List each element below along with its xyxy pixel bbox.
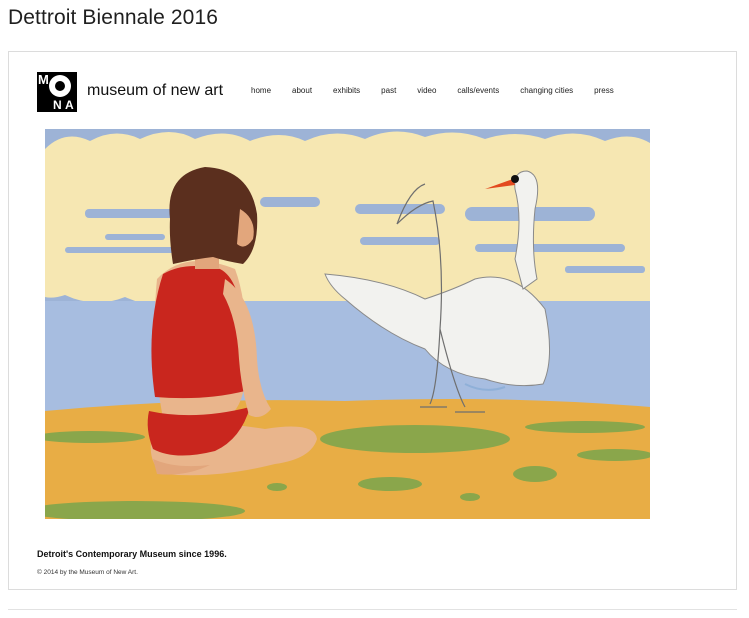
logo-letter-a: A [65, 98, 74, 112]
copyright-notice: © 2014 by the Museum of New Art. [37, 569, 138, 576]
nav-item-calls-events[interactable]: calls/events [457, 86, 499, 95]
artwork-painting [45, 129, 650, 519]
painting-image [45, 129, 650, 519]
divider [8, 609, 737, 610]
mona-logo[interactable]: M N A [37, 72, 77, 112]
nav-item-exhibits[interactable]: exhibits [333, 86, 360, 95]
nav-item-about[interactable]: about [292, 86, 312, 95]
brand-name[interactable]: museum of new art [87, 82, 223, 100]
nav-item-home[interactable]: home [251, 86, 271, 95]
nav-item-video[interactable]: video [417, 86, 436, 95]
painting-sand [45, 399, 650, 519]
nav-item-press[interactable]: press [594, 86, 614, 95]
main-nav: home about exhibits past video calls/eve… [251, 86, 635, 95]
nav-item-past[interactable]: past [381, 86, 396, 95]
embedded-website-frame: M N A museum of new art home about exhib… [8, 51, 737, 590]
logo-letter-n: N [53, 98, 62, 112]
site-tagline: Detroit's Contemporary Museum since 1996… [37, 549, 227, 559]
logo-letter-o [49, 75, 71, 97]
painting-sea [45, 301, 650, 411]
site-header: M N A museum of new art home about exhib… [37, 72, 717, 112]
page-title: Dettroit Biennale 2016 [8, 6, 219, 29]
logo-letter-m: M [38, 72, 49, 87]
nav-item-changing-cities[interactable]: changing cities [520, 86, 573, 95]
